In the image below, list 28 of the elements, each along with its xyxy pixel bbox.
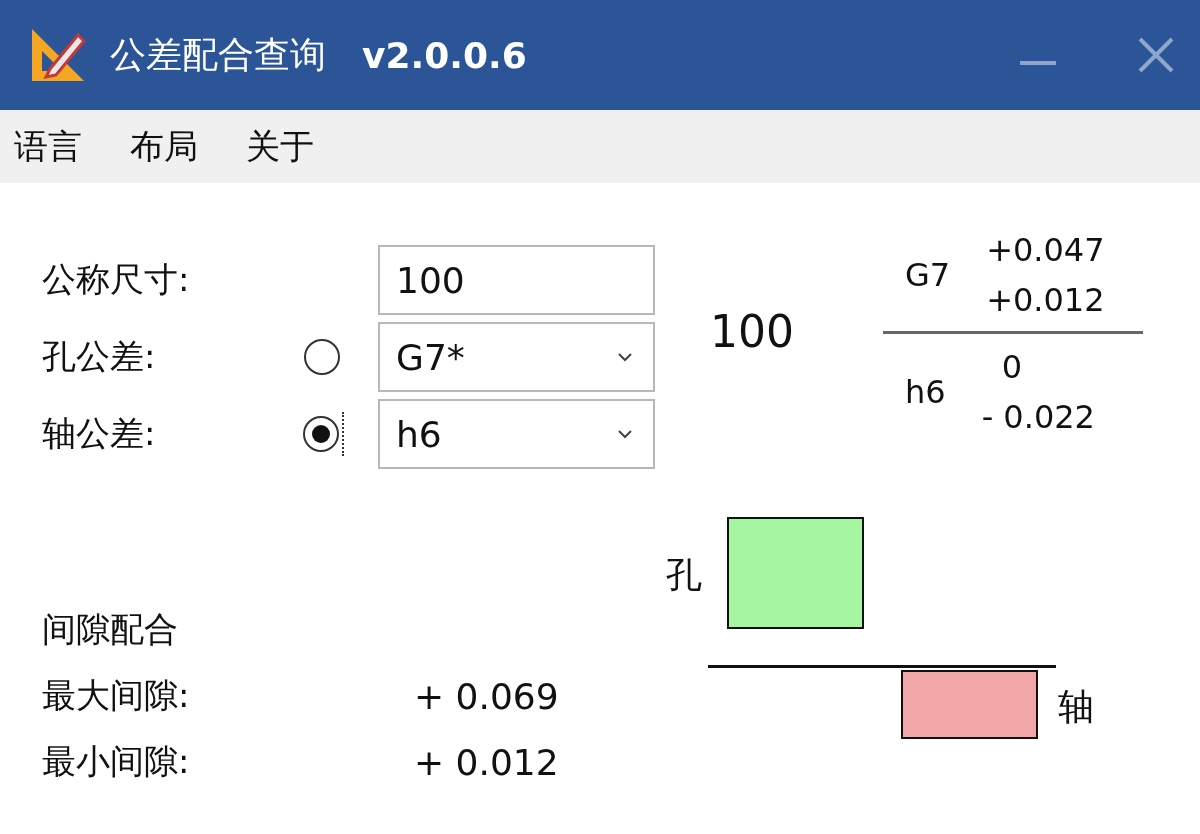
menu-item[interactable]: 关于 [246, 123, 314, 170]
field-label: 轴公差: [42, 412, 157, 455]
caret-icon [617, 352, 633, 362]
lower-deviation: +0.012 [986, 280, 1105, 321]
lower-deviation: - 0.022 [981, 397, 1095, 438]
shaft-label: 轴 [1058, 685, 1094, 729]
result-label: 最小间隙: [42, 740, 191, 783]
result-value: + 0.069 [414, 675, 559, 717]
menu-item[interactable]: 布局 [130, 123, 198, 170]
dropdown[interactable]: h6 [378, 399, 655, 469]
upper-deviation: +0.047 [986, 230, 1105, 271]
caret-icon [617, 429, 633, 439]
field-label: 公称尺寸: [42, 258, 191, 301]
field-label: 孔公差: [42, 335, 157, 378]
result-label: 最大间隙: [42, 674, 191, 717]
input-field[interactable]: 100 [378, 245, 655, 315]
hole-label: 孔 [666, 553, 702, 597]
dropdown[interactable]: G7* [378, 322, 655, 392]
version-label: v2.0.0.6 [362, 34, 527, 76]
upper-deviation: 0 [1000, 347, 1023, 388]
window-title: 公差配合查询 [110, 32, 326, 77]
fit-type-text: 间隙配合 [42, 608, 179, 651]
menu-item[interactable]: 语言 [14, 123, 82, 170]
hole-grade: G7 [905, 256, 951, 294]
nominal-size-text: 100 [710, 306, 794, 357]
close-icon[interactable] [1136, 35, 1176, 75]
result-value: + 0.012 [414, 741, 559, 783]
shaft-grade: h6 [905, 373, 946, 411]
